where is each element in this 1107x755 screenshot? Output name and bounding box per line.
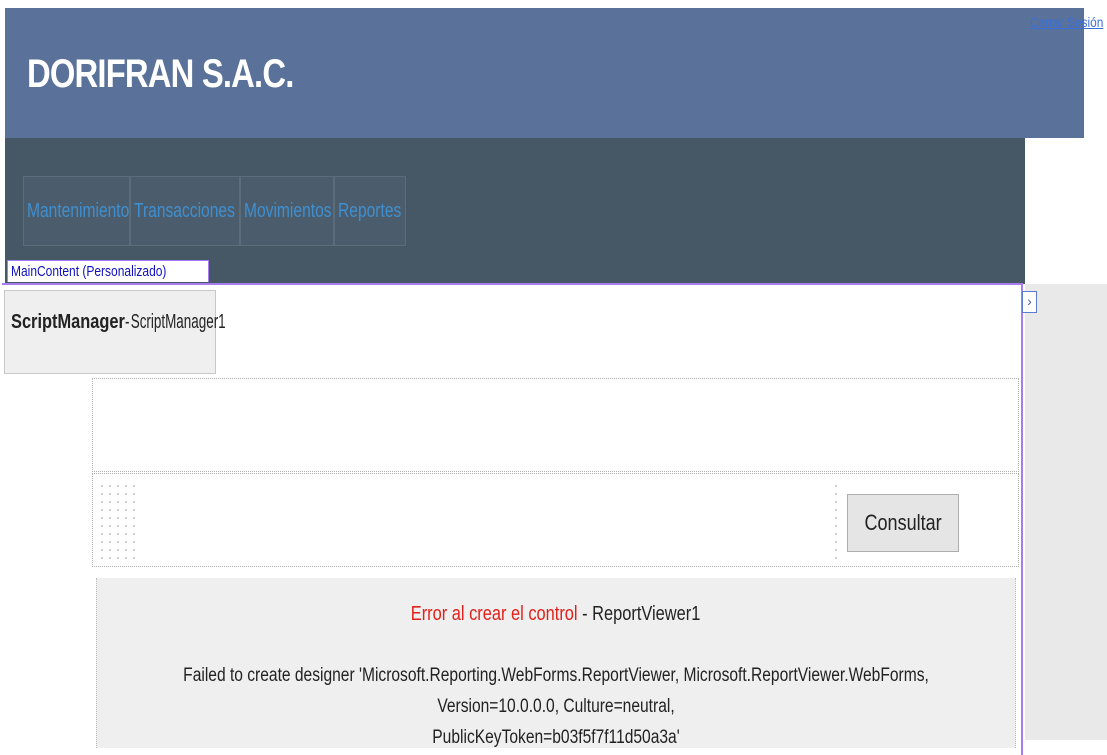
script-manager-separator: - bbox=[124, 311, 130, 333]
chevron-right-icon[interactable]: › bbox=[1022, 291, 1037, 313]
menu-item-transacciones[interactable]: Transacciones bbox=[130, 176, 240, 246]
report-viewer-error: Error al crear el control - ReportViewer… bbox=[96, 578, 1016, 748]
consultar-button[interactable]: Consultar bbox=[847, 494, 959, 552]
error-message: Failed to create designer 'Microsoft.Rep… bbox=[97, 660, 1015, 753]
empty-panel bbox=[92, 378, 1019, 472]
error-separator: - bbox=[578, 603, 593, 625]
error-message-line1: Failed to create designer 'Microsoft.Rep… bbox=[183, 665, 929, 717]
error-message-line2: PublicKeyToken=b03f5f7f11d50a3a' bbox=[432, 727, 680, 748]
grid-dots bbox=[98, 482, 138, 562]
control-id: ReportViewer1 bbox=[592, 603, 701, 625]
content-placeholder-label[interactable]: MainContent (Personalizado) bbox=[7, 260, 210, 282]
script-manager-id: ScriptManager1 bbox=[130, 311, 226, 333]
grid-dots bbox=[832, 482, 842, 562]
script-manager-control[interactable]: ScriptManager - ScriptManager1 bbox=[4, 290, 225, 374]
script-manager-type: ScriptManager bbox=[11, 311, 125, 333]
brand-title: DORIFRAN S.A.C. bbox=[27, 52, 294, 96]
main-menu: Mantenimiento Transacciones Movimientos … bbox=[23, 176, 406, 246]
error-title: Error al crear el control - ReportViewer… bbox=[97, 603, 1015, 626]
error-label: Error al crear el control bbox=[411, 603, 579, 625]
menu-item-movimientos[interactable]: Movimientos bbox=[240, 176, 334, 246]
menu-item-reportes[interactable]: Reportes bbox=[334, 176, 406, 246]
designer-side-panel bbox=[1025, 284, 1107, 740]
logout-link[interactable]: Cerrar Sesión bbox=[1030, 14, 1103, 30]
site-header: DORIFRAN S.A.C. bbox=[5, 8, 1084, 138]
menu-item-mantenimiento[interactable]: Mantenimiento bbox=[23, 176, 130, 246]
